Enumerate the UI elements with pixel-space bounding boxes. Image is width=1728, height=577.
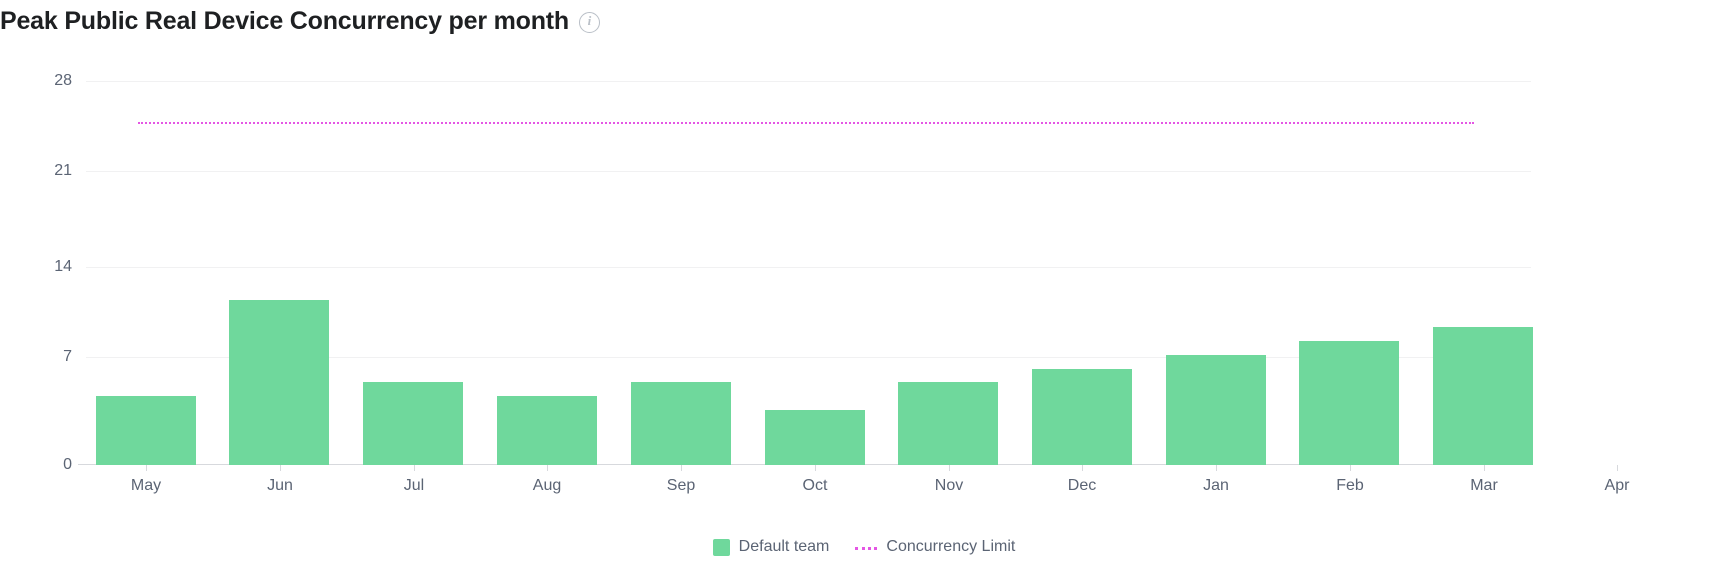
bar-nov[interactable] [898, 382, 998, 465]
concurrency-limit-line [138, 122, 1474, 124]
bar-slot-jul [363, 81, 463, 465]
x-tick [1082, 465, 1083, 471]
bar-slot-feb [1299, 81, 1399, 465]
x-tick [1350, 465, 1351, 471]
bar-may[interactable] [96, 396, 196, 465]
x-axis-tick-label-nov: Nov [889, 474, 1009, 498]
x-axis-tick-label-sep: Sep [621, 474, 741, 498]
page-title: Peak Public Real Device Concurrency per … [0, 4, 600, 38]
x-tick [1484, 465, 1485, 471]
x-axis-tick-label-jun: Jun [220, 474, 340, 498]
x-axis-labels: May Jun Jul Aug Sep Oct Nov Dec Jan Feb … [86, 474, 1531, 500]
y-axis-tick-label: 14 [0, 259, 72, 275]
x-axis-tick-label-aug: Aug [487, 474, 607, 498]
x-tick [1617, 465, 1618, 471]
x-tick [414, 465, 415, 471]
bar-slot-apr [1567, 81, 1667, 465]
bar-jun[interactable] [229, 300, 329, 465]
x-tick [146, 465, 147, 471]
bar-jul[interactable] [363, 382, 463, 465]
bar-slot-jan [1166, 81, 1266, 465]
y-axis-tick-label: 0 [0, 457, 72, 473]
bar-slot-dec [1032, 81, 1132, 465]
bar-sep[interactable] [631, 382, 731, 465]
bar-slot-may [96, 81, 196, 465]
x-tick [1216, 465, 1217, 471]
bar-dec[interactable] [1032, 369, 1132, 465]
x-tick [547, 465, 548, 471]
bar-slot-mar [1433, 81, 1533, 465]
x-axis-tick-label-oct: Oct [755, 474, 875, 498]
chart-title: Peak Public Real Device Concurrency per … [0, 4, 569, 38]
bar-aug[interactable] [497, 396, 597, 465]
legend-label: Default team [739, 538, 830, 556]
x-tick [280, 465, 281, 471]
plot-area [86, 81, 1531, 465]
chart-legend: Default team Concurrency Limit [0, 538, 1728, 556]
legend-swatch-icon [713, 539, 730, 556]
x-axis-tick-label-mar: Mar [1424, 474, 1544, 498]
y-axis-tick-label: 28 [0, 73, 72, 89]
y-axis-labels: 28 21 14 7 0 [0, 81, 72, 465]
bar-series-default-team [86, 81, 1531, 465]
y-axis-tick-label: 7 [0, 349, 72, 365]
x-axis-tick-label-feb: Feb [1290, 474, 1410, 498]
info-icon[interactable]: i [579, 12, 600, 33]
x-axis-tick-label-apr: Apr [1557, 474, 1677, 498]
bar-jan[interactable] [1166, 355, 1266, 465]
x-tick [949, 465, 950, 471]
x-tick [681, 465, 682, 471]
legend-label: Concurrency Limit [886, 538, 1015, 556]
x-axis-tick-label-may: May [86, 474, 206, 498]
bar-oct[interactable] [765, 410, 865, 465]
bar-slot-aug [497, 81, 597, 465]
bar-feb[interactable] [1299, 341, 1399, 465]
x-axis-tick-label-jul: Jul [354, 474, 474, 498]
bar-slot-jun [229, 81, 329, 465]
legend-item-concurrency-limit[interactable]: Concurrency Limit [855, 538, 1015, 556]
bar-slot-oct [765, 81, 865, 465]
y-axis-tick-label: 21 [0, 163, 72, 179]
bar-slot-nov [898, 81, 998, 465]
x-axis-tick-label-jan: Jan [1156, 474, 1276, 498]
x-tick [815, 465, 816, 471]
x-axis-ticks [86, 465, 1531, 473]
chart-page: Peak Public Real Device Concurrency per … [0, 0, 1728, 577]
legend-item-default-team[interactable]: Default team [713, 538, 830, 556]
dotted-line-icon [855, 547, 877, 550]
bar-slot-sep [631, 81, 731, 465]
x-axis-tick-label-dec: Dec [1022, 474, 1142, 498]
bar-mar[interactable] [1433, 327, 1533, 465]
